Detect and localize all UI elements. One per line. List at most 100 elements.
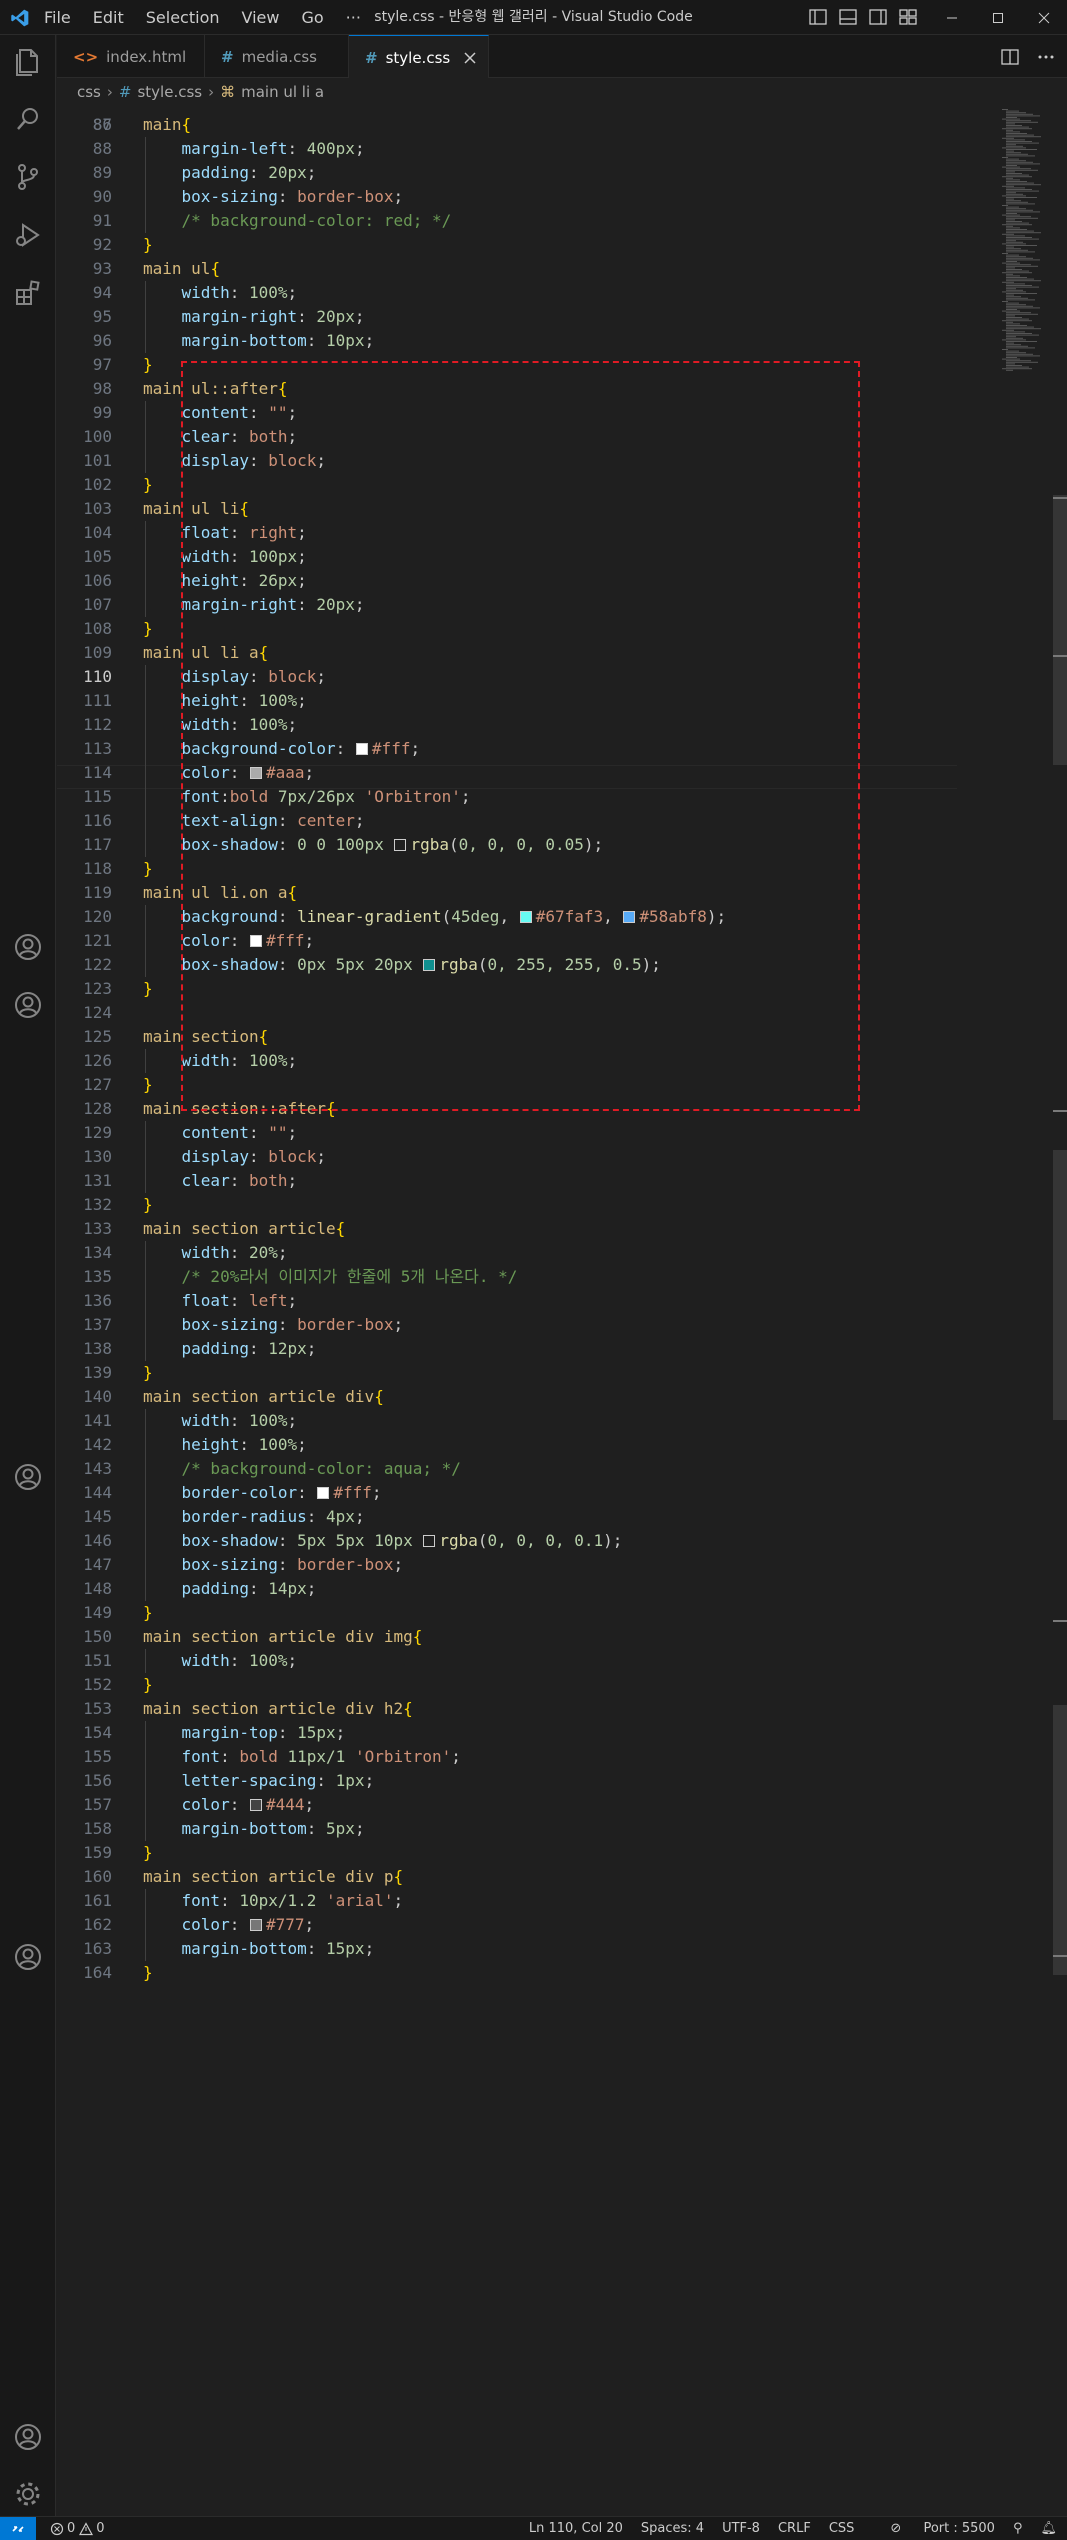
code-token: ; [364, 1771, 375, 1790]
breadcrumb-symbol[interactable]: main ul li a [241, 83, 324, 101]
code-token: ; [364, 331, 375, 350]
code-text: box-shadow: 5px 5px 10px rgba(0, 0, 0, 0… [143, 1529, 623, 1553]
toggle-secondary-sidebar-icon[interactable] [868, 7, 888, 27]
notifications-bell-icon[interactable]: 🔔︎ [1040, 2521, 1057, 2536]
close-icon[interactable] [1021, 0, 1067, 35]
line-number: 116 [83, 811, 112, 830]
line-number: 118 [83, 859, 112, 878]
indentation[interactable]: Spaces: 4 [641, 2521, 704, 2536]
line-number: 151 [83, 1651, 112, 1670]
account-icon[interactable] [12, 1461, 44, 1493]
settings-gear-icon[interactable] [12, 2478, 44, 2510]
line-number: 92 [92, 235, 112, 254]
menu-file[interactable]: File [44, 8, 71, 27]
end-of-line[interactable]: CRLF [778, 2521, 811, 2536]
line-number: 156 [83, 1771, 112, 1790]
code-token: #777 [265, 1915, 305, 1934]
toggle-panel-icon[interactable] [838, 7, 858, 27]
code-token: } [143, 979, 153, 998]
breadcrumb-file[interactable]: style.css [137, 83, 202, 101]
indent-guide [145, 1289, 146, 1313]
maximize-icon[interactable] [975, 0, 1021, 35]
code-token: 5px [326, 1819, 355, 1838]
code-token: { [403, 1699, 413, 1718]
breadcrumb-folder[interactable]: css [77, 83, 101, 101]
vertical-scrollbar[interactable] [1053, 105, 1067, 2516]
feedback-icon[interactable]: ⚲ [1013, 2521, 1023, 2536]
code-token: : [277, 1723, 298, 1742]
search-icon[interactable] [12, 103, 44, 135]
minimize-icon[interactable] [929, 0, 975, 35]
line-number: 148 [83, 1579, 112, 1598]
code-token: font [143, 1747, 221, 1766]
color-swatch-icon[interactable] [249, 1799, 262, 1811]
code-editor[interactable]: 86 87 main{88 margin-left: 400px; 89 paddi… [57, 105, 1057, 2516]
code-token: letter-spacing [143, 1771, 317, 1790]
code-token: ; [304, 1915, 315, 1934]
customize-layout-icon[interactable] [898, 7, 918, 27]
code-token: : [277, 1555, 298, 1574]
tab-style-css[interactable]: # style.css [349, 35, 489, 79]
color-swatch-icon[interactable] [423, 1535, 436, 1547]
line-number: 138 [83, 1339, 112, 1358]
menu-selection[interactable]: Selection [146, 8, 220, 27]
code-text: float: left; [143, 1289, 298, 1313]
account-icon[interactable] [12, 1941, 44, 1973]
minimap[interactable] [1000, 105, 1056, 505]
indent-guide [145, 1553, 146, 1577]
code-text: color: #777; [143, 1913, 315, 1937]
indent-guide [145, 1169, 146, 1193]
tab-media-css[interactable]: # media.css [205, 35, 349, 78]
line-number: 161 [83, 1891, 112, 1910]
toggle-sidebar-icon[interactable] [808, 7, 828, 27]
code-token: padding [143, 1579, 249, 1598]
account-icon[interactable] [12, 989, 44, 1021]
code-text: } [143, 1601, 153, 1625]
line-number: 119 [83, 883, 112, 902]
tab-label: media.css [241, 47, 317, 66]
live-server-port[interactable]: ⊘ Port : 5500 [872, 2521, 995, 2536]
code-token: } [143, 355, 153, 374]
encoding[interactable]: UTF-8 [722, 2521, 760, 2536]
tab-index-html[interactable]: <> index.html [57, 35, 205, 78]
code-text: width: 100%; [143, 1409, 298, 1433]
account-icon[interactable] [12, 931, 44, 963]
remote-indicator[interactable] [0, 2517, 36, 2540]
code-token: content [143, 1123, 249, 1142]
color-swatch-icon[interactable] [317, 1487, 330, 1499]
source-control-icon[interactable] [12, 161, 44, 193]
cursor-position[interactable]: Ln 110, Col 20 [529, 2521, 623, 2536]
line-number: 106 [83, 571, 112, 590]
color-swatch-icon[interactable] [249, 1919, 262, 1931]
run-debug-icon[interactable] [12, 219, 44, 251]
line-number: 123 [83, 979, 112, 998]
menu-edit[interactable]: Edit [93, 8, 124, 27]
more-actions-icon[interactable] [1035, 46, 1057, 68]
split-editor-icon[interactable] [999, 46, 1021, 68]
problems-indicator[interactable]: 0 0 [50, 2517, 105, 2540]
indent-guide [145, 1481, 146, 1505]
menu-go[interactable]: Go [301, 8, 323, 27]
line-number: 121 [83, 931, 112, 950]
indent-guide [145, 1793, 146, 1817]
code-text: width: 20%; [143, 1241, 288, 1265]
explorer-icon[interactable] [12, 45, 44, 77]
code-token: ; [393, 1315, 404, 1334]
code-token: } [143, 619, 153, 638]
line-number: 122 [83, 955, 112, 974]
indent-guide [145, 545, 146, 569]
indent-guide [145, 521, 146, 545]
accounts-icon[interactable] [12, 2421, 44, 2453]
menu-view[interactable]: View [242, 8, 280, 27]
indent-guide [145, 1433, 146, 1457]
code-token: : [306, 331, 327, 350]
language-mode[interactable]: CSS [829, 2521, 855, 2536]
code-token: ; [277, 1243, 288, 1262]
code-text: main section article{ [143, 1217, 345, 1241]
indent-guide [145, 569, 146, 593]
html-file-icon: <> [73, 47, 99, 66]
code-token: main section article div h2 [143, 1699, 404, 1718]
menu-more[interactable]: ··· [346, 8, 361, 27]
close-tab-icon[interactable] [464, 52, 476, 64]
extensions-icon[interactable] [12, 277, 44, 309]
